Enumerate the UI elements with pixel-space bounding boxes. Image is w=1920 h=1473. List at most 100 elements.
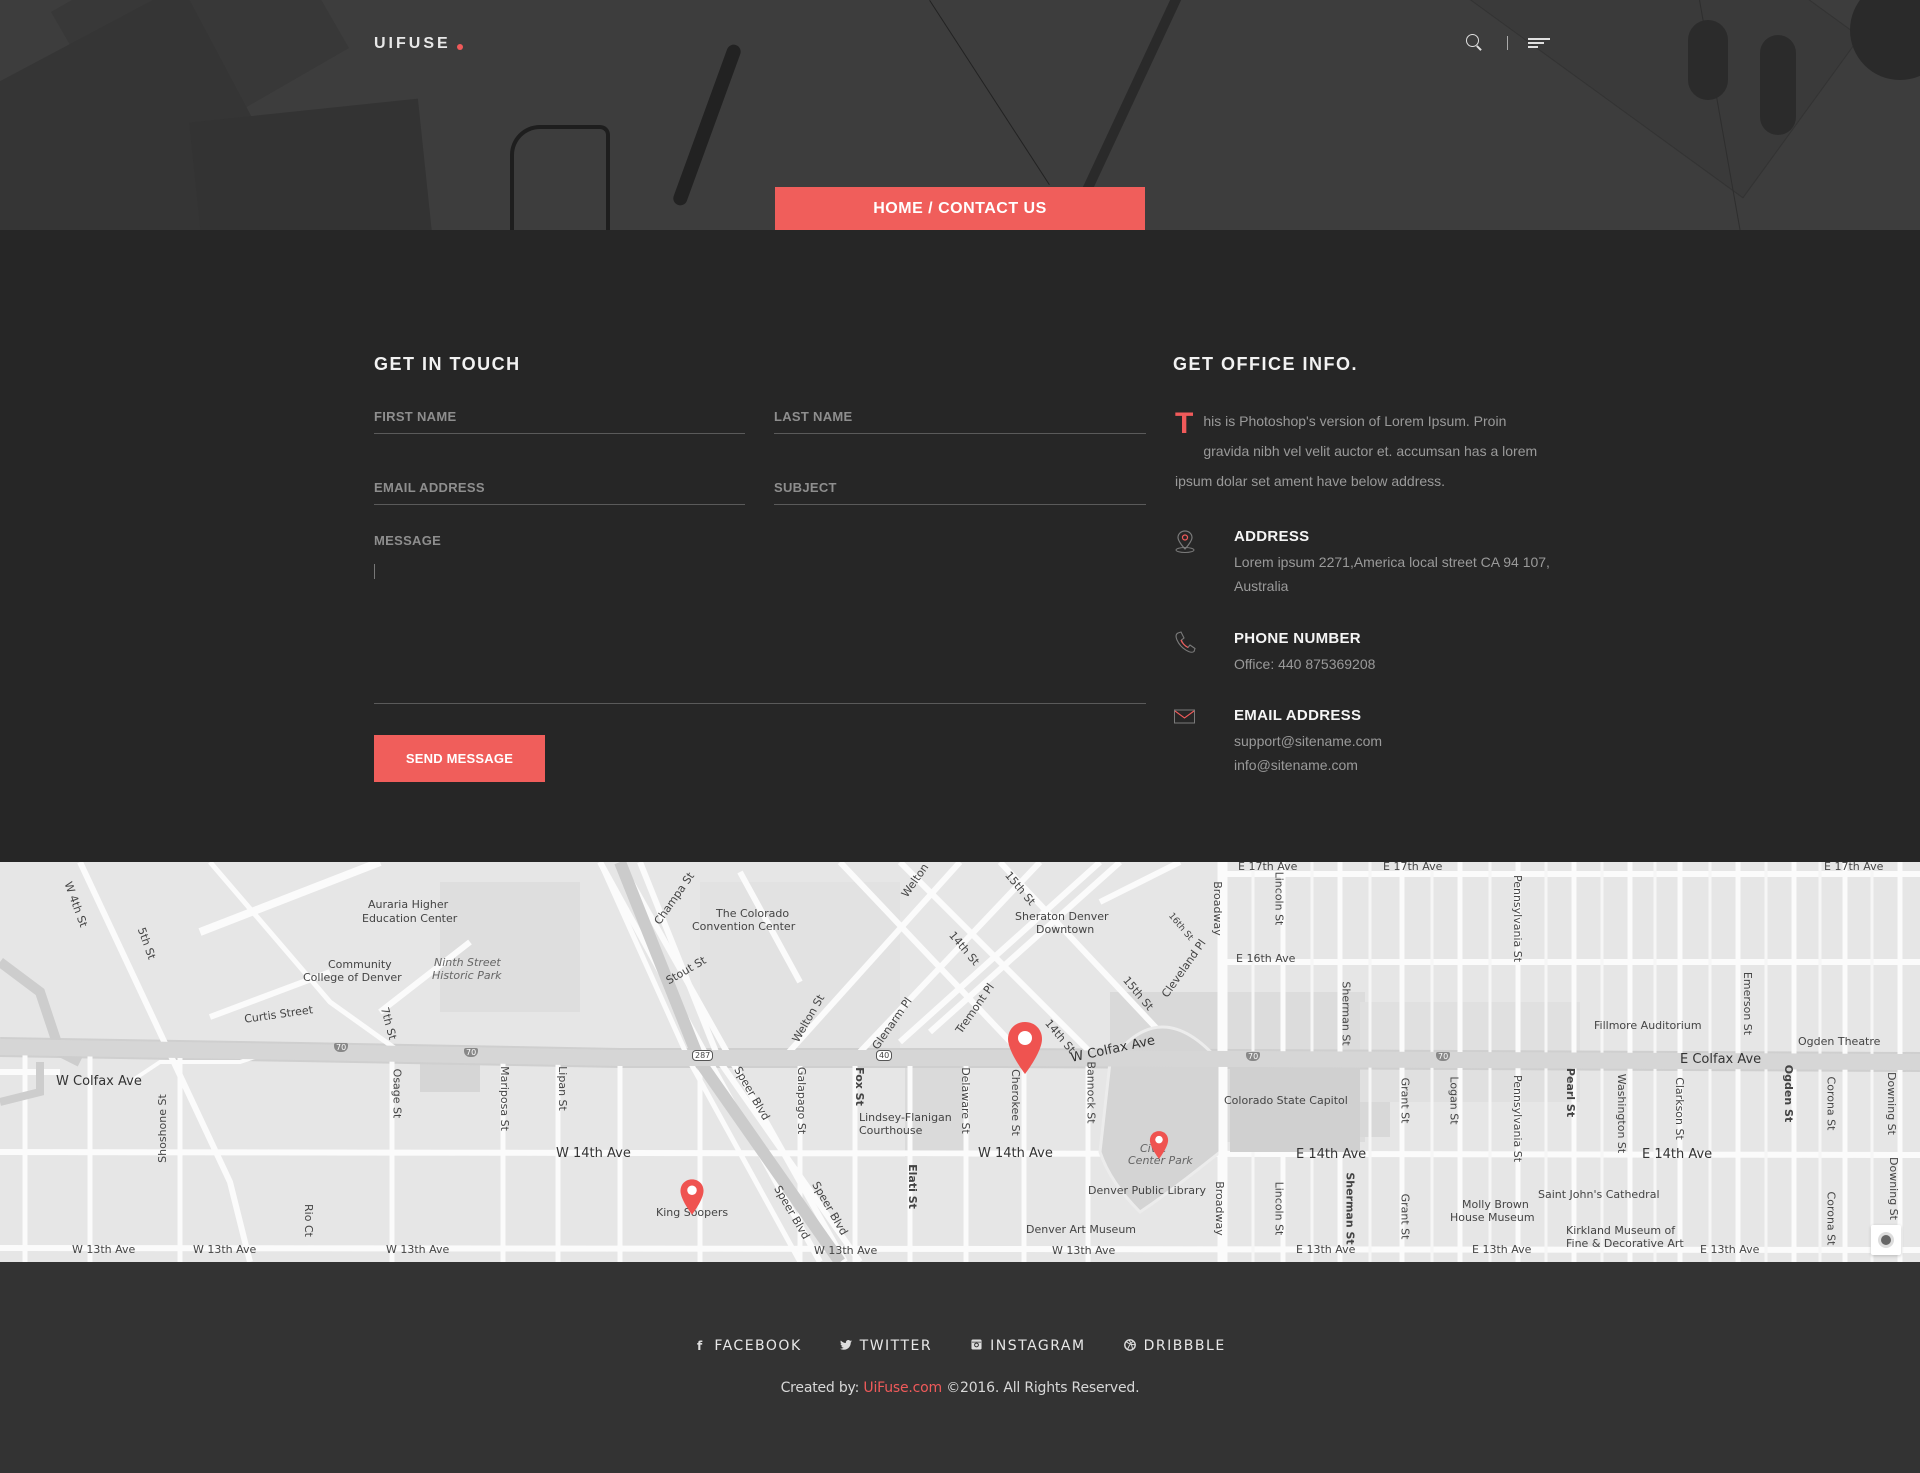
background-photo-shape <box>189 98 441 230</box>
map-label: W 14th Ave <box>978 1146 1053 1161</box>
map-label: Fine & Decorative Art <box>1566 1237 1684 1250</box>
map-label: E Colfax Ave <box>1680 1052 1762 1067</box>
map-label: Courthouse <box>859 1124 923 1137</box>
map-label: E 17th Ave <box>1383 862 1443 873</box>
map-label: Mariposa St <box>497 1066 511 1131</box>
map-label: Saint John's Cathedral <box>1538 1188 1660 1201</box>
map-label: Pennsylvania St <box>1511 1074 1525 1163</box>
copyright-prefix: Created by: <box>780 1380 864 1396</box>
map-label: Lincoln St <box>1272 1181 1286 1236</box>
dribbble-label: DRIBBBLE <box>1143 1338 1226 1354</box>
map-label: Ninth Street <box>434 956 501 969</box>
subject-field[interactable]: SUBJECT <box>774 479 1146 505</box>
map-label: Colorado State Capitol <box>1224 1094 1348 1107</box>
map-label: Lipan St <box>555 1066 569 1111</box>
message-textarea[interactable] <box>374 555 1146 703</box>
dribbble-link[interactable]: DRIBBBLE <box>1123 1338 1226 1354</box>
contact-section: GET IN TOUCH FIRST NAME LAST NAME EMAIL … <box>0 230 1920 862</box>
map-label: Ogden St <box>1782 1064 1796 1123</box>
email-support[interactable]: support@sitename.com <box>1234 729 1554 753</box>
background-bottle <box>1760 35 1796 135</box>
map-marker[interactable] <box>678 1178 706 1216</box>
email-heading: EMAIL ADDRESS <box>1234 707 1362 724</box>
form-title: GET IN TOUCH <box>374 354 521 374</box>
map-label: Lindsey-Flanigan <box>859 1111 952 1124</box>
map-label: Osage St <box>390 1068 404 1119</box>
phone-text: Office: 440 875369208 <box>1234 656 1376 672</box>
social-links: f FACEBOOK TWITTER INSTAGRAM DRIBBBLE <box>0 1338 1920 1354</box>
uifuse-link[interactable]: UiFuse.com <box>863 1380 942 1396</box>
background-pen <box>671 42 743 208</box>
facebook-label: FACEBOOK <box>714 1338 802 1354</box>
logo-dot <box>456 44 463 50</box>
send-message-button[interactable]: SEND MESSAGE <box>374 735 545 782</box>
map-label: Grant St <box>1398 1077 1412 1124</box>
map-label: Ogden Theatre <box>1798 1035 1881 1048</box>
map-label: W 13th Ave <box>814 1244 878 1257</box>
envelope-icon <box>1173 707 1197 731</box>
dribbble-icon <box>1123 1338 1136 1354</box>
text-caret <box>374 564 375 579</box>
map-label: E 13th Ave <box>1296 1243 1356 1256</box>
location-map[interactable]: Auraria Higher Education Center Communit… <box>0 862 1920 1262</box>
my-location-button[interactable] <box>1871 1225 1901 1255</box>
copyright-suffix: ©2016. All Rights Reserved. <box>941 1380 1140 1396</box>
instagram-label: INSTAGRAM <box>990 1338 1086 1354</box>
instagram-icon <box>970 1339 982 1353</box>
office-info-title: GET OFFICE INFO. <box>1173 354 1358 374</box>
us-route-shield: 40 <box>876 1050 893 1061</box>
email-info-address[interactable]: info@sitename.com <box>1234 753 1554 777</box>
drop-cap: T <box>1175 407 1194 440</box>
site-logo[interactable]: UIFUSE <box>374 35 463 53</box>
map-label: Education Center <box>362 912 458 925</box>
map-marker-main[interactable] <box>1005 1020 1045 1076</box>
menu-icon[interactable] <box>1528 36 1550 50</box>
map-label: Logan St <box>1447 1076 1461 1125</box>
divider <box>1507 36 1508 50</box>
map-label: W 14th Ave <box>556 1146 631 1161</box>
map-label: Kirkland Museum of <box>1566 1224 1676 1237</box>
map-label: Denver Public Library <box>1088 1184 1207 1197</box>
map-label: Corona St <box>1824 1076 1838 1131</box>
map-label: Downing St <box>1886 1157 1900 1220</box>
map-label: Fillmore Auditorium <box>1594 1019 1702 1032</box>
copyright: Created by: UiFuse.com ©2016. All Rights… <box>0 1380 1920 1396</box>
map-label: W 13th Ave <box>72 1243 136 1256</box>
last-name-field[interactable]: LAST NAME <box>774 408 1146 434</box>
map-label: Downing St <box>1884 1072 1898 1135</box>
map-label: Historic Park <box>432 969 502 982</box>
address-heading: ADDRESS <box>1234 528 1310 545</box>
map-label: Cherokee St <box>1008 1069 1022 1136</box>
map-label: Convention Center <box>692 920 796 933</box>
map-label: Downtown <box>1036 923 1095 936</box>
map-label: W 13th Ave <box>193 1243 257 1256</box>
map-pin-icon <box>1173 528 1197 553</box>
map-label: Auraria Higher <box>368 898 449 911</box>
footer: f FACEBOOK TWITTER INSTAGRAM DRIBBBLE Cr… <box>0 1262 1920 1473</box>
message-underline <box>374 703 1146 704</box>
map-label: Lincoln St <box>1272 871 1286 926</box>
map-label: Broadway <box>1210 881 1224 936</box>
background-photo-line <box>929 0 1050 186</box>
map-marker[interactable] <box>1148 1130 1170 1160</box>
map-label: W Colfax Ave <box>56 1074 142 1089</box>
map-label: Corona St <box>1824 1191 1838 1246</box>
last-name-placeholder: LAST NAME <box>774 409 853 424</box>
twitter-label: TWITTER <box>859 1338 933 1354</box>
map-label: Galapago St <box>795 1066 809 1135</box>
instagram-link[interactable]: INSTAGRAM <box>970 1338 1085 1354</box>
facebook-link[interactable]: f FACEBOOK <box>694 1338 801 1354</box>
first-name-field[interactable]: FIRST NAME <box>374 408 745 434</box>
map-label: W 13th Ave <box>1052 1244 1116 1257</box>
map-label: Sherman St <box>1339 981 1353 1046</box>
map-label: Clarkson St <box>1672 1077 1686 1140</box>
twitter-link[interactable]: TWITTER <box>839 1338 933 1354</box>
map-label: Bannock St <box>1084 1061 1098 1124</box>
map-label: Emerson St <box>1741 971 1755 1036</box>
header-actions <box>1465 33 1550 53</box>
search-icon[interactable] <box>1465 33 1485 53</box>
map-label: E 13th Ave <box>1700 1243 1760 1256</box>
email-field[interactable]: EMAIL ADDRESS <box>374 479 745 505</box>
map-label: W 13th Ave <box>386 1243 450 1256</box>
map-label: E 14th Ave <box>1296 1147 1367 1162</box>
